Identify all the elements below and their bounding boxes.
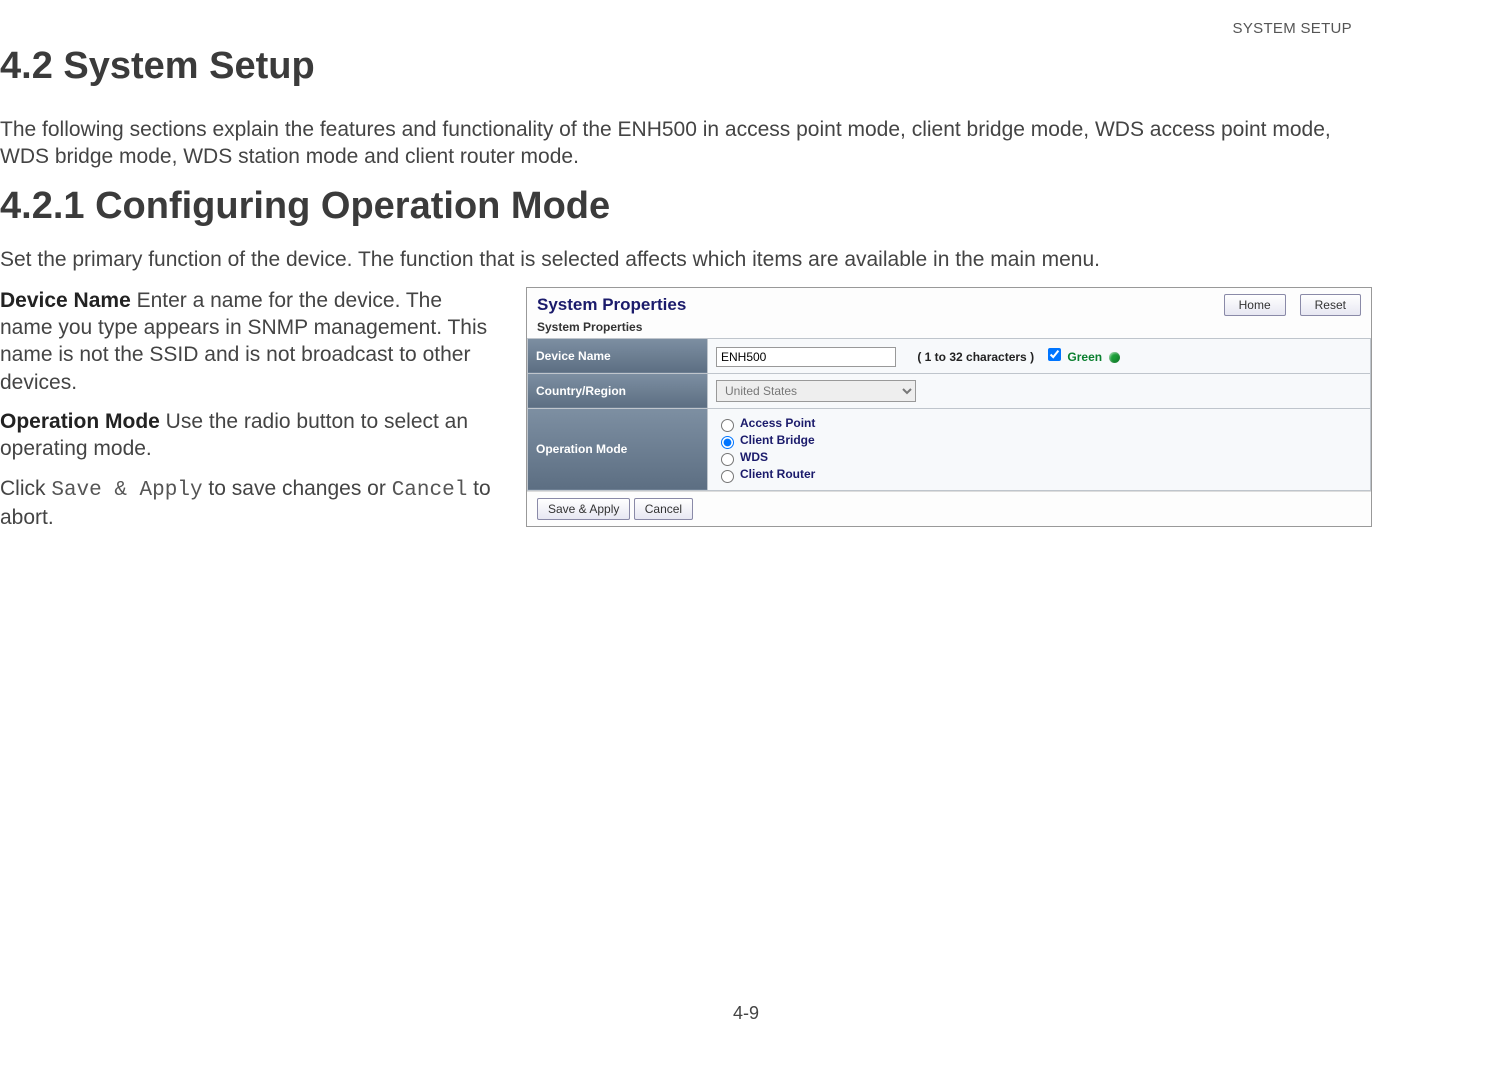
properties-table: Device Name ( 1 to 32 characters ) Green… [527, 338, 1371, 491]
subsection-intro: Set the primary function of the device. … [0, 246, 1372, 273]
def-device-name: Device Name Enter a name for the device.… [0, 287, 500, 396]
row-label-device-name: Device Name [528, 338, 708, 373]
def-operation-mode: Operation Mode Use the radio button to s… [0, 408, 500, 463]
panel-subheader: System Properties [527, 318, 1371, 338]
cancel-button[interactable]: Cancel [634, 498, 693, 520]
country-select[interactable]: United States [716, 380, 916, 402]
radio-label-access-point: Access Point [740, 416, 815, 430]
radio-label-client-router: Client Router [740, 467, 815, 481]
op-mode-radio-group: Access Point Client Bridge WDS Client Ro… [716, 416, 1362, 483]
save-apply-literal: Save & Apply [51, 479, 202, 502]
radio-input-access-point[interactable] [721, 419, 734, 432]
subsection-heading: 4.2.1 Configuring Operation Mode [0, 185, 1492, 228]
radio-input-wds[interactable] [721, 453, 734, 466]
system-properties-panel: System Properties Home Reset System Prop… [526, 287, 1372, 527]
radio-client-router[interactable]: Client Router [716, 467, 1362, 483]
click-prefix: Click [0, 477, 51, 500]
radio-label-client-bridge: Client Bridge [740, 433, 815, 447]
save-apply-button[interactable]: Save & Apply [537, 498, 630, 520]
page-number: 4-9 [0, 1003, 1492, 1024]
green-checkbox[interactable] [1048, 348, 1061, 361]
radio-wds[interactable]: WDS [716, 450, 1362, 466]
device-name-input[interactable] [716, 347, 896, 367]
click-mid: to save changes or [203, 477, 392, 500]
panel-title: System Properties [537, 295, 686, 315]
term-operation-mode: Operation Mode [0, 410, 160, 433]
radio-input-client-bridge[interactable] [721, 436, 734, 449]
green-led-icon [1109, 352, 1120, 363]
table-row: Country/Region United States [528, 373, 1371, 408]
term-device-name: Device Name [0, 289, 131, 312]
row-label-opmode: Operation Mode [528, 408, 708, 490]
def-click-instructions: Click Save & Apply to save changes or Ca… [0, 475, 500, 532]
reset-button[interactable]: Reset [1300, 294, 1361, 316]
radio-client-bridge[interactable]: Client Bridge [716, 433, 1362, 449]
running-head: SYSTEM SETUP [0, 20, 1492, 37]
panel-footer: Save & Apply Cancel [527, 491, 1371, 526]
radio-input-client-router[interactable] [721, 470, 734, 483]
definition-list: Device Name Enter a name for the device.… [0, 287, 500, 543]
device-name-hint: ( 1 to 32 characters ) [917, 350, 1034, 364]
row-label-country: Country/Region [528, 373, 708, 408]
table-row: Operation Mode Access Point Client Bridg… [528, 408, 1371, 490]
green-label: Green [1067, 350, 1102, 364]
home-button[interactable]: Home [1224, 294, 1286, 316]
section-intro: The following sections explain the featu… [0, 116, 1372, 171]
table-row: Device Name ( 1 to 32 characters ) Green [528, 338, 1371, 373]
radio-label-wds: WDS [740, 450, 768, 464]
section-heading: 4.2 System Setup [0, 45, 1492, 88]
cancel-literal: Cancel [392, 479, 468, 502]
radio-access-point[interactable]: Access Point [716, 416, 1362, 432]
